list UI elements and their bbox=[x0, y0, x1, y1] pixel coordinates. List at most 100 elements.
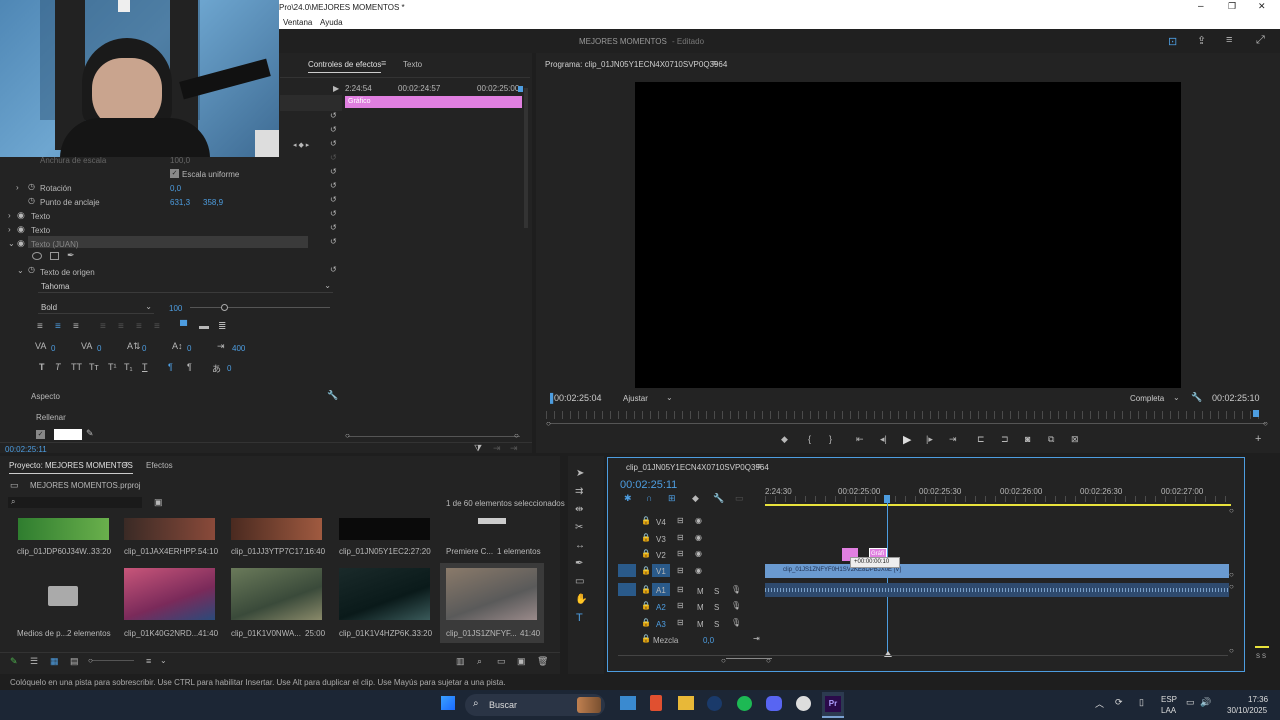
vr-icon[interactable]: ⊠ bbox=[1071, 434, 1079, 445]
tab-effects[interactable]: Efectos bbox=[146, 461, 173, 470]
scroll-handle[interactable]: ○ bbox=[1229, 506, 1234, 515]
chevron-up-icon[interactable]: ︿ bbox=[1095, 697, 1104, 710]
mix-value[interactable]: 0,0 bbox=[703, 636, 714, 645]
audio-clip-a1[interactable] bbox=[765, 583, 1229, 597]
eye-icon[interactable]: ◉ bbox=[17, 238, 25, 249]
tracking-value-3[interactable]: 0 bbox=[142, 344, 146, 353]
scrollbar[interactable] bbox=[524, 88, 528, 228]
video-preview[interactable] bbox=[635, 82, 1181, 388]
workspace-icon[interactable]: ⊡ bbox=[1168, 35, 1177, 48]
tab-effect-controls[interactable]: Controles de efectos bbox=[308, 60, 382, 73]
menu-ayuda[interactable]: Ayuda bbox=[320, 18, 343, 27]
fullscreen-icon[interactable]: ⤢ bbox=[1256, 34, 1265, 47]
list-view-icon[interactable]: ☰ bbox=[30, 656, 38, 667]
brave-icon[interactable] bbox=[650, 695, 662, 711]
thumb-size-handle[interactable]: ○ bbox=[88, 656, 93, 665]
share-icon[interactable]: ⇪ bbox=[1197, 34, 1206, 47]
go-to-in-icon[interactable]: ⇤ bbox=[856, 434, 864, 445]
reset-icon[interactable]: ↺ bbox=[330, 139, 337, 148]
microphone-icon[interactable]: 🎙 bbox=[731, 601, 741, 610]
panel-menu-icon[interactable]: ≡ bbox=[123, 459, 128, 469]
ellipse-mask-icon[interactable] bbox=[32, 252, 42, 260]
task-view-icon[interactable] bbox=[620, 696, 636, 710]
scroll-handle[interactable]: ○ bbox=[1229, 570, 1234, 579]
justify-icon[interactable]: ≡ bbox=[154, 321, 160, 332]
font-size-value[interactable]: 100 bbox=[169, 304, 182, 313]
spotify-icon[interactable] bbox=[737, 696, 752, 711]
faux-italic-icon[interactable]: T bbox=[55, 362, 61, 372]
all-caps-icon[interactable]: TT bbox=[71, 362, 82, 372]
network-icon[interactable]: ▭ bbox=[1186, 697, 1195, 708]
lock-icon[interactable]: 🔒 bbox=[641, 601, 651, 610]
item-name[interactable]: clip_01JAX4ERHPP... bbox=[124, 547, 202, 556]
new-bin-icon[interactable]: ▭ bbox=[497, 656, 506, 667]
vertical-align-center-icon[interactable]: ▬ bbox=[199, 321, 209, 332]
tracking-value-2[interactable]: 0 bbox=[97, 344, 101, 353]
program-ruler[interactable] bbox=[546, 411, 1266, 419]
program-playhead[interactable] bbox=[1253, 410, 1259, 417]
tab-text[interactable]: Texto bbox=[403, 60, 422, 69]
eye-icon[interactable]: ◉ bbox=[695, 566, 702, 575]
font-family-dropdown[interactable]: Tahoma ⌄ bbox=[38, 279, 333, 293]
justify-icon[interactable]: ≡ bbox=[118, 321, 124, 332]
microphone-icon[interactable]: 🎙 bbox=[731, 585, 741, 594]
expand-arrow-icon[interactable]: › bbox=[16, 183, 19, 192]
vertical-align-bottom-icon[interactable]: ≣ bbox=[218, 321, 226, 332]
mute-button[interactable]: M bbox=[697, 620, 704, 629]
play-icon[interactable]: ▶ bbox=[903, 433, 911, 446]
captions-icon[interactable]: ▭ bbox=[735, 493, 744, 504]
ltr-icon[interactable]: ¶ bbox=[168, 362, 173, 372]
snap-icon[interactable]: ∩ bbox=[646, 493, 652, 503]
rtl-icon[interactable]: ¶ bbox=[187, 362, 192, 372]
stopwatch-icon[interactable]: ◷ bbox=[28, 196, 35, 205]
bin-thumbnail[interactable] bbox=[478, 518, 506, 524]
collapse-arrow-icon[interactable]: ⌄ bbox=[8, 239, 15, 248]
lift-icon[interactable]: ⊏ bbox=[977, 434, 985, 445]
zoom-handle[interactable]: ○ bbox=[514, 431, 519, 440]
pencil-icon[interactable]: ✎ bbox=[10, 656, 18, 667]
eyedropper-icon[interactable]: ✎ bbox=[86, 428, 94, 439]
pen-mask-icon[interactable]: ✒ bbox=[67, 250, 75, 261]
sort-icon[interactable]: ≡ bbox=[146, 656, 151, 666]
track-target-v1[interactable]: V1 bbox=[652, 564, 670, 577]
mark-out-icon[interactable]: } bbox=[829, 434, 832, 444]
reset-icon[interactable]: ↺ bbox=[330, 195, 337, 204]
add-button-icon[interactable]: + bbox=[1255, 433, 1261, 445]
anchor-y-value[interactable]: 358,9 bbox=[203, 198, 223, 207]
source-patch-a1[interactable] bbox=[618, 583, 636, 596]
layer-text-2[interactable]: Texto bbox=[31, 226, 50, 235]
scroll-handle[interactable]: ○ bbox=[546, 419, 551, 428]
wrench-icon[interactable]: 🔧 bbox=[713, 493, 724, 504]
solo-button[interactable]: S bbox=[714, 587, 719, 596]
maximize-icon[interactable]: ❐ bbox=[1228, 1, 1236, 12]
eye-icon[interactable]: ◉ bbox=[17, 210, 25, 221]
sync-lock-icon[interactable]: ⊟ bbox=[677, 601, 684, 610]
delete-icon[interactable]: 🗑 bbox=[537, 656, 548, 667]
stopwatch-icon[interactable]: ◷ bbox=[28, 182, 35, 191]
linked-selection-icon[interactable]: ⊞ bbox=[668, 493, 676, 504]
zoom-handle[interactable]: ○ bbox=[766, 656, 771, 665]
superscript-icon[interactable]: T¹ bbox=[108, 362, 117, 372]
justify-icon[interactable]: ≡ bbox=[100, 321, 106, 332]
clock-date[interactable]: 30/10/2025 bbox=[1227, 706, 1267, 715]
search-input[interactable]: ⌕ bbox=[8, 497, 142, 508]
vertical-align-top-icon[interactable]: ▀ bbox=[180, 321, 187, 332]
app-tray-icon[interactable]: ▯ bbox=[1139, 697, 1144, 708]
item-name[interactable]: clip_01JJ3YTP7C17... bbox=[231, 547, 310, 556]
app-icon[interactable] bbox=[796, 696, 811, 711]
program-scroll[interactable] bbox=[550, 423, 1266, 424]
volume-icon[interactable]: 🔊 bbox=[1200, 697, 1211, 708]
freeform-view-icon[interactable]: ▤ bbox=[70, 656, 79, 667]
go-to-out-icon[interactable]: ⇥ bbox=[753, 634, 760, 643]
lock-icon[interactable]: 🔒 bbox=[641, 549, 651, 558]
automate-icon[interactable]: ▥ bbox=[456, 656, 465, 667]
thumbnail[interactable] bbox=[446, 568, 537, 620]
microphone-icon[interactable]: 🎙 bbox=[731, 618, 741, 627]
item-name[interactable]: Medios de p... bbox=[17, 629, 67, 638]
sync-lock-icon[interactable]: ⊟ bbox=[677, 516, 684, 525]
underline-icon[interactable]: T bbox=[142, 362, 148, 372]
tracking-value-6[interactable]: 0 bbox=[227, 364, 231, 373]
timeline-ruler-ticks[interactable] bbox=[765, 496, 1231, 502]
compare-icon[interactable]: ⧉ bbox=[1048, 434, 1054, 445]
zoom-handle[interactable]: ○ bbox=[721, 656, 726, 665]
